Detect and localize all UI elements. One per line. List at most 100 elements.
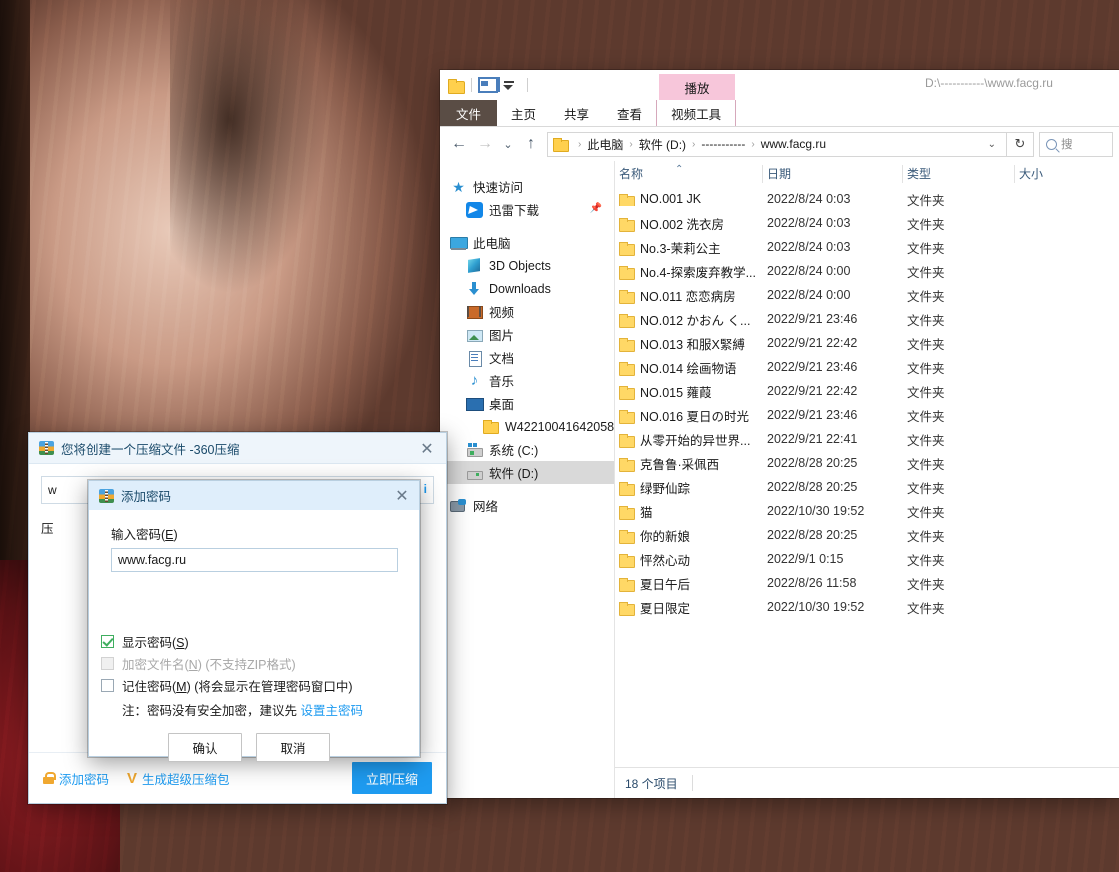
folder-icon <box>619 505 635 520</box>
sidebar-item-5[interactable]: 视频 <box>440 300 614 323</box>
breadcrumb-separator: › <box>751 138 755 150</box>
sidebar-item-10[interactable]: W42210041642058 <box>440 415 614 438</box>
tab-file[interactable]: 文件 <box>440 100 498 126</box>
tab-share[interactable]: 共享 <box>550 100 603 126</box>
table-row[interactable]: 猫 2022/10/30 19:52 文件夹 <box>615 499 1119 523</box>
sidebar-item-8[interactable]: ♪ 音乐 <box>440 369 614 392</box>
table-row[interactable]: 夏日限定 2022/10/30 19:52 文件夹 <box>615 595 1119 619</box>
remember-password-option[interactable]: 记住密码(M) (将会显示在管理密码窗口中) <box>101 674 401 696</box>
remember-password-checkbox[interactable] <box>101 678 114 692</box>
file-type-cell: 文件夹 <box>907 601 945 616</box>
show-password-checkbox[interactable] <box>101 634 114 648</box>
sidebar-item-label: 桌面 <box>489 398 515 412</box>
column-header-date[interactable]: 日期 <box>763 165 903 183</box>
table-row[interactable]: NO.014 绘画物语 2022/9/21 23:46 文件夹 <box>615 355 1119 379</box>
column-header-size[interactable]: 大小 <box>1015 165 1115 183</box>
password-input[interactable]: www.facg.ru <box>111 548 398 572</box>
file-explorer-window: D:\-----------\www.facg.ru 播放 文件 主页 共享 查… <box>440 70 1119 798</box>
breadcrumb-item-2[interactable]: ----------- <box>701 137 745 151</box>
add-password-link[interactable]: 添加密码 <box>43 769 109 788</box>
file-date-cell: 2022/9/21 23:46 <box>767 408 858 422</box>
sidebar-item-11[interactable]: 系统 (C:) <box>440 438 614 461</box>
column-header-name[interactable]: 名称 ⌃ <box>615 164 763 183</box>
refresh-icon[interactable]: ↻ <box>1007 131 1034 157</box>
customize-toolbar-button[interactable] <box>503 80 515 90</box>
breadcrumb-item-1[interactable]: 软件 (D:) <box>639 136 686 153</box>
sidebar-item-label: 3D Objects <box>489 258 551 273</box>
tab-view[interactable]: 查看 <box>603 100 656 126</box>
close-icon[interactable]: ✕ <box>414 437 440 459</box>
close-icon-password[interactable]: ✕ <box>389 485 415 507</box>
set-master-password-link[interactable]: 设置主密码 <box>300 704 363 718</box>
info-icon[interactable]: i <box>424 482 427 496</box>
compress-now-button[interactable]: 立即压缩 <box>352 762 432 794</box>
table-row[interactable]: NO.002 洗衣房 2022/8/24 0:03 文件夹 <box>615 211 1119 235</box>
sidebar-item-13[interactable]: 网络 <box>440 494 614 517</box>
sidebar-item-4[interactable]: Downloads <box>440 277 614 300</box>
table-row[interactable]: 克鲁鲁·采佩西 2022/8/28 20:25 文件夹 <box>615 451 1119 475</box>
up-arrow-icon[interactable]: ↑ <box>518 131 544 157</box>
table-row[interactable]: No.4-探索废弃教学... 2022/8/24 0:00 文件夹 <box>615 259 1119 283</box>
sidebar-item-9[interactable]: 桌面 <box>440 392 614 415</box>
table-row[interactable]: NO.012 かおん く... 2022/9/21 23:46 文件夹 <box>615 307 1119 331</box>
file-name-label: NO.014 绘画物语 <box>640 361 737 376</box>
show-password-option[interactable]: 显示密码(S) <box>101 630 401 652</box>
file-type-cell: 文件夹 <box>907 289 945 304</box>
table-row[interactable]: NO.011 恋恋病房 2022/8/24 0:00 文件夹 <box>615 283 1119 307</box>
table-row[interactable]: NO.016 夏日の时光 2022/9/21 23:46 文件夹 <box>615 403 1119 427</box>
file-name-label: NO.015 蕹葭 <box>640 385 712 400</box>
forward-arrow-icon[interactable]: → <box>472 131 498 157</box>
file-type-cell: 文件夹 <box>907 409 945 424</box>
sidebar-item-0[interactable]: ★ 快速访问 <box>440 175 614 198</box>
sidebar-item-2[interactable]: 此电脑 <box>440 231 614 254</box>
file-name-label: 从零开始的异世界... <box>640 433 751 448</box>
table-row[interactable]: 从零开始的异世界... 2022/9/21 22:41 文件夹 <box>615 427 1119 451</box>
file-name-cell: 夏日午后 <box>615 574 763 593</box>
table-row[interactable]: 夏日午后 2022/8/26 11:58 文件夹 <box>615 571 1119 595</box>
file-list-pane: 名称 ⌃ 日期 类型 大小 NO.001 JK 2022/8/24 0:03 文件夹… <box>615 161 1119 798</box>
file-type-cell: 文件夹 <box>907 265 945 280</box>
pin-icon[interactable]: 📌 <box>590 203 602 214</box>
file-name-cell: 从零开始的异世界... <box>615 430 763 449</box>
file-date-cell: 2022/9/21 23:46 <box>767 360 858 374</box>
properties-icon[interactable] <box>478 77 500 93</box>
table-row[interactable]: NO.015 蕹葭 2022/9/21 22:42 文件夹 <box>615 379 1119 403</box>
file-name-cell: 你的新娘 <box>615 526 763 545</box>
sidebar-item-1[interactable]: 迅雷下载 📌 <box>440 198 614 221</box>
file-name-cell: NO.002 洗衣房 <box>615 214 763 233</box>
file-name-label: No.4-探索废弃教学... <box>640 265 756 280</box>
table-row[interactable]: NO.013 和服X緊縛 2022/9/21 22:42 文件夹 <box>615 331 1119 355</box>
folder-icon[interactable] <box>448 78 465 94</box>
360zip-icon-small <box>99 488 114 503</box>
sidebar-item-3[interactable]: 3D Objects <box>440 254 614 277</box>
sidebar-item-7[interactable]: 文档 <box>440 346 614 369</box>
table-row[interactable]: 绿野仙踪 2022/8/28 20:25 文件夹 <box>615 475 1119 499</box>
file-name-cell: NO.016 夏日の时光 <box>615 406 763 425</box>
table-row[interactable]: 你的新娘 2022/8/28 20:25 文件夹 <box>615 523 1119 547</box>
tab-video-tools[interactable]: 视频工具 <box>656 100 737 126</box>
sidebar-item-12[interactable]: 软件 (D:) <box>440 461 614 484</box>
tab-home[interactable]: 主页 <box>497 100 550 126</box>
search-input[interactable]: 搜 <box>1039 131 1113 157</box>
table-row[interactable]: 怦然心动 2022/9/1 0:15 文件夹 <box>615 547 1119 571</box>
file-name-cell: NO.012 かおん く... <box>615 310 763 329</box>
status-divider <box>691 775 693 791</box>
super-archive-link[interactable]: V 生成超级压缩包 <box>127 769 230 788</box>
table-row[interactable]: NO.001 JK 2022/8/24 0:03 文件夹 <box>615 187 1119 211</box>
sidebar-item-6[interactable]: 图片 <box>440 323 614 346</box>
super-archive-label: 生成超级压缩包 <box>142 772 230 787</box>
file-type-cell: 文件夹 <box>907 217 945 232</box>
column-header-type[interactable]: 类型 <box>903 165 1015 183</box>
lock-icon <box>43 772 56 784</box>
table-row[interactable]: No.3-茉莉公主 2022/8/24 0:03 文件夹 <box>615 235 1119 259</box>
breadcrumb[interactable]: › 此电脑 › 软件 (D:) › ----------- › www.facg… <box>547 131 1007 157</box>
wallpaper-figure-shade <box>170 0 430 440</box>
back-arrow-icon[interactable]: ← <box>446 131 472 157</box>
cancel-button[interactable]: 取消 <box>256 733 330 762</box>
encrypt-filenames-label: 加密文件名(N) (不支持ZIP格式) <box>122 657 296 672</box>
recent-locations-icon[interactable]: ⌄ <box>498 131 518 157</box>
breadcrumb-item-3[interactable]: www.facg.ru <box>761 137 826 151</box>
confirm-button[interactable]: 确认 <box>168 733 242 762</box>
breadcrumb-item-0[interactable]: 此电脑 <box>587 136 623 153</box>
chevron-down-icon-address[interactable]: ⌄ <box>980 139 1004 150</box>
